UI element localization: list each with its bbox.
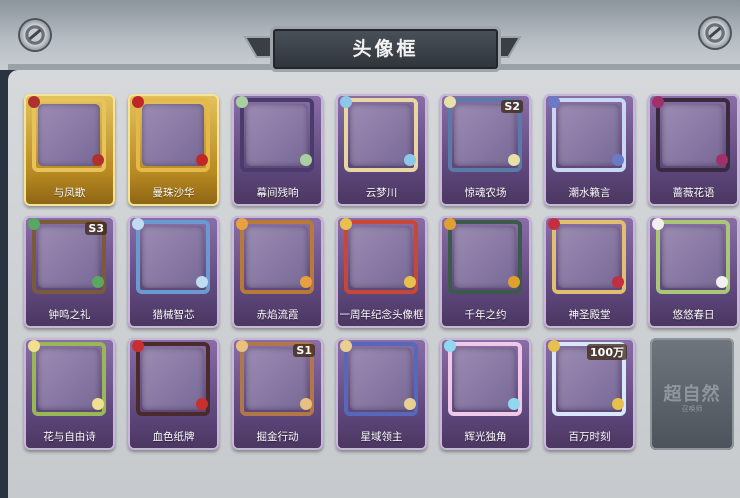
- frame-card[interactable]: 曼珠沙华: [128, 94, 219, 206]
- frame-ornament: [132, 96, 144, 108]
- frame-ornament: [340, 340, 352, 352]
- frame-ornament: [340, 218, 352, 230]
- frame-ornament: [92, 276, 104, 288]
- frame-label: 掘金行动: [256, 431, 299, 443]
- frame-ornament: [300, 398, 312, 410]
- frame-label: 千年之约: [464, 309, 507, 321]
- frame-card[interactable]: 一周年纪念头像框: [336, 216, 427, 328]
- frame-ornament: [300, 276, 312, 288]
- frame-label: 神圣殿堂: [568, 309, 611, 321]
- frame-ornament: [444, 96, 456, 108]
- frame-label: 悠悠春日: [672, 309, 715, 321]
- frame-ornament: [444, 218, 456, 230]
- frame-card[interactable]: 100万百万时刻: [544, 338, 635, 450]
- frame-ornament: [404, 154, 416, 166]
- frame-card[interactable]: 神圣殿堂: [544, 216, 635, 328]
- frame-ornament: [404, 398, 416, 410]
- locked-card-title: 超自然: [663, 384, 721, 405]
- frame-card[interactable]: 花与自由诗: [24, 338, 115, 450]
- close-gear-icon[interactable]: [700, 18, 730, 48]
- season-badge: S2: [501, 100, 523, 113]
- page-title: 头像框: [352, 38, 419, 60]
- frame-card[interactable]: 赤焰流霞: [232, 216, 323, 328]
- frame-card[interactable]: 潮水籁言: [544, 94, 635, 206]
- frame-label: 与凤歌: [53, 187, 86, 199]
- title-banner: 头像框: [243, 22, 522, 72]
- locked-card-subtitle: 召唤师: [681, 405, 703, 413]
- frame-ornament: [508, 398, 520, 410]
- frame-card[interactable]: 与凤歌: [24, 94, 115, 206]
- frame-ornament: [508, 276, 520, 288]
- frame-ornament: [236, 96, 248, 108]
- settings-gear-icon[interactable]: [20, 20, 50, 50]
- frame-ornament: [300, 154, 312, 166]
- frame-ornament: [132, 218, 144, 230]
- frame-label: 蔷薇花语: [672, 187, 715, 199]
- frame-ornament: [196, 276, 208, 288]
- frame-label: 幕间残响: [256, 187, 299, 199]
- frame-ornament: [92, 398, 104, 410]
- frame-ornament: [28, 218, 40, 230]
- frame-label: 曼珠沙华: [152, 187, 195, 199]
- frame-label: 钟鸣之礼: [48, 309, 91, 321]
- frame-ornament: [196, 154, 208, 166]
- frame-card[interactable]: 星域领主: [336, 338, 427, 450]
- frame-ornament: [716, 154, 728, 166]
- frame-ornament: [132, 340, 144, 352]
- frame-ornament: [236, 340, 248, 352]
- frame-label: 猎械智芯: [152, 309, 195, 321]
- frame-label: 云梦川: [365, 187, 398, 199]
- frame-ornament: [612, 154, 624, 166]
- frame-ornament: [716, 276, 728, 288]
- frame-ornament: [236, 218, 248, 230]
- frame-ornament: [652, 218, 664, 230]
- frame-ornament: [548, 96, 560, 108]
- frame-ornament: [340, 96, 352, 108]
- frame-ornament: [28, 340, 40, 352]
- frame-label: 潮水籁言: [568, 187, 611, 199]
- frame-card[interactable]: 蔷薇花语: [648, 94, 739, 206]
- frame-ornament: [444, 340, 456, 352]
- frame-label: 花与自由诗: [43, 431, 96, 443]
- frame-card[interactable]: 血色纸牌: [128, 338, 219, 450]
- frame-card[interactable]: 悠悠春日: [648, 216, 739, 328]
- season-badge: 100万: [587, 344, 627, 360]
- frame-card[interactable]: S3 钟鸣之礼: [24, 216, 115, 328]
- frame-label: 血色纸牌: [152, 431, 195, 443]
- frame-ornament: [196, 398, 208, 410]
- frame-ornament: [652, 96, 664, 108]
- frame-card[interactable]: S2 惊魂农场: [440, 94, 531, 206]
- locked-frame-card[interactable]: 超自然 召唤师: [650, 338, 734, 450]
- frame-card[interactable]: 千年之约: [440, 216, 531, 328]
- frame-ornament: [612, 398, 624, 410]
- frame-card[interactable]: 幕间残响: [232, 94, 323, 206]
- frame-label: 一周年纪念头像框: [339, 309, 424, 321]
- frame-ornament: [548, 340, 560, 352]
- frame-card[interactable]: S1 掘金行动: [232, 338, 323, 450]
- frame-label: 星域领主: [360, 431, 403, 443]
- frame-ornament: [508, 154, 520, 166]
- frame-label: 百万时刻: [568, 431, 611, 443]
- frame-label: 辉光独角: [464, 431, 507, 443]
- frame-ornament: [548, 218, 560, 230]
- frame-label: 惊魂农场: [464, 187, 507, 199]
- frame-card[interactable]: 猎械智芯: [128, 216, 219, 328]
- frame-card[interactable]: 云梦川: [336, 94, 427, 206]
- season-badge: S1: [293, 344, 315, 357]
- frame-label: 赤焰流霞: [256, 309, 299, 321]
- frame-ornament: [92, 154, 104, 166]
- season-badge: S3: [85, 222, 107, 235]
- frame-ornament: [404, 276, 416, 288]
- frame-ornament: [28, 96, 40, 108]
- frame-ornament: [612, 276, 624, 288]
- frame-card[interactable]: 辉光独角: [440, 338, 531, 450]
